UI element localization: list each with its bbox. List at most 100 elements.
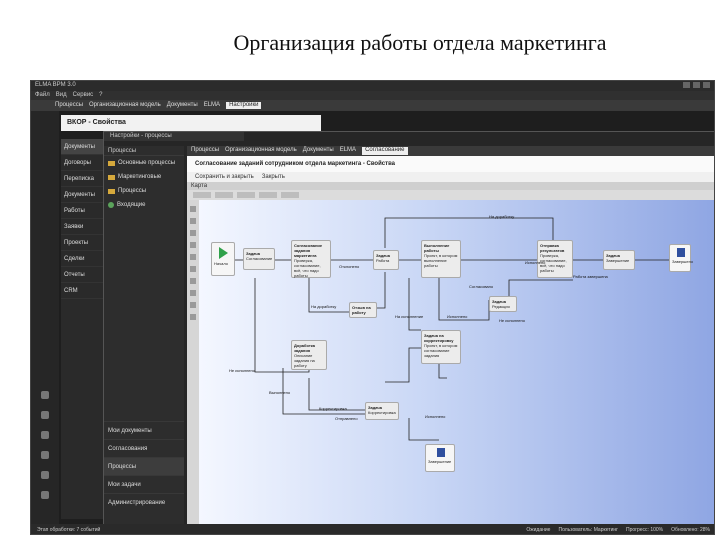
task-node[interactable]: Задача Редакция (489, 296, 517, 312)
outer-nav-item[interactable]: Документы (61, 139, 103, 155)
outer-nav: Документы Договоры Переписка Документы Р… (61, 139, 103, 519)
palette-tool-icon[interactable] (190, 230, 196, 236)
inner-tab[interactable]: Процессы (191, 147, 219, 155)
sidebar-item[interactable]: Маркетинговые (104, 170, 184, 184)
task-sub: Описание задания на работу (294, 353, 315, 368)
sidebar-lower-item[interactable]: Администрирование (104, 493, 184, 511)
palette-tool-icon[interactable] (190, 218, 196, 224)
task-title: Отправка результатов (540, 243, 565, 253)
flow-label: Не исполнено (499, 318, 525, 323)
task-node[interactable]: Отправка результатов Проверка, согласова… (537, 240, 573, 278)
sidebar-item-label: Маркетинговые (118, 174, 162, 180)
flow-label: Корректировка (319, 406, 347, 411)
tab-org-model[interactable]: Организационная модель (89, 102, 161, 109)
outer-nav-item[interactable]: Договоры (61, 155, 103, 171)
task-sub: Согласование (246, 256, 273, 261)
tab-processes[interactable]: Процессы (55, 102, 83, 109)
task-node[interactable]: Отзыв на работу (349, 302, 377, 318)
sidebar-item-label: Основные процессы (118, 160, 176, 166)
sidebar-item[interactable]: Процессы (104, 184, 184, 198)
end-event[interactable]: Завершение (425, 444, 455, 472)
menu-view[interactable]: Вид (56, 92, 67, 99)
status-item: Пользователь: Маркетинг (558, 527, 619, 533)
user-icon[interactable] (41, 431, 49, 439)
outer-nav-item[interactable]: Переписка (61, 171, 103, 187)
flow-label: Отклонено (339, 264, 360, 269)
sidebar-item[interactable]: Основные процессы (104, 156, 184, 170)
task-node[interactable]: Согласование задания маркетинга Проверка… (291, 240, 331, 278)
maximize-icon[interactable] (693, 82, 700, 88)
palette-tool-icon[interactable] (190, 206, 196, 212)
end-event[interactable]: Завершено (669, 244, 693, 272)
save-close-button[interactable]: Сохранить и закрыть (195, 174, 254, 180)
outer-nav-item[interactable]: Работы (61, 203, 103, 219)
chat-icon[interactable] (41, 451, 49, 459)
outer-nav-item[interactable]: Документы (61, 187, 103, 203)
sidebar-item[interactable]: Входящие (104, 198, 184, 212)
palette-tool-icon[interactable] (190, 266, 196, 272)
palette-tool-icon[interactable] (190, 254, 196, 260)
palette-tool-icon[interactable] (190, 278, 196, 284)
task-node[interactable]: Задача Завершение (603, 250, 635, 270)
task-node[interactable]: Задача Корректировка (365, 402, 399, 420)
menu-file[interactable]: Файл (35, 92, 50, 99)
inner-tab-active[interactable]: Согласование (362, 147, 408, 155)
outer-menubar: Файл Вид Сервис ? (31, 91, 714, 100)
menu-service[interactable]: Сервис (73, 92, 94, 99)
task-title: Доработка задания (294, 343, 316, 353)
status-right: Ожидание Пользователь: Маркетинг Прогрес… (526, 527, 710, 533)
tab-settings[interactable]: Настройки (226, 102, 262, 109)
task-title: Задача на корректировку (424, 333, 454, 343)
menu-help[interactable]: ? (99, 92, 102, 99)
task-node[interactable]: Задача Согласование (243, 248, 275, 270)
phone-icon[interactable] (41, 471, 49, 479)
task-node[interactable]: Доработка задания Описание задания на ра… (291, 340, 327, 370)
outer-nav-item[interactable]: CRM (61, 283, 103, 299)
inner-tab[interactable]: ELMA (340, 147, 356, 155)
sidebar-lower: Мои документы Согласования Процессы Мои … (104, 421, 184, 511)
minimize-icon[interactable] (683, 82, 690, 88)
task-node[interactable]: Задача Работа (373, 250, 399, 270)
toolbar-button[interactable] (193, 192, 211, 198)
tab-elma[interactable]: ELMA (204, 102, 220, 109)
end-icon (437, 448, 445, 457)
outer-nav-item[interactable]: Сделки (61, 251, 103, 267)
sidebar-lower-item[interactable]: Мои задачи (104, 475, 184, 493)
toolbar-button[interactable] (237, 192, 255, 198)
outer-nav-item[interactable]: Проекты (61, 235, 103, 251)
status-item: Ожидание (526, 527, 551, 533)
task-sub: Корректировка (368, 410, 396, 415)
task-sub: Работа (376, 258, 390, 263)
inner-window-title: Настройки - процессы (104, 132, 244, 141)
toolbar-button[interactable] (281, 192, 299, 198)
outer-nav-item[interactable]: Заявки (61, 219, 103, 235)
palette-tool-icon[interactable] (190, 290, 196, 296)
sidebar-lower-item[interactable]: Согласования (104, 439, 184, 457)
palette-tool-icon[interactable] (190, 242, 196, 248)
start-event[interactable]: Начало (211, 242, 235, 276)
wrench-icon[interactable] (41, 491, 49, 499)
toolbar-button[interactable] (215, 192, 233, 198)
map-strip: Карта (187, 182, 714, 190)
outer-nav-item[interactable]: Отчеты (61, 267, 103, 283)
palette-tool-icon[interactable] (190, 314, 196, 320)
inner-tab[interactable]: Документы (303, 147, 334, 155)
sidebar-item-label: Процессы (118, 188, 147, 194)
flow-label: Исполнено (525, 260, 546, 265)
close-icon[interactable] (703, 82, 710, 88)
tab-documents[interactable]: Документы (167, 102, 198, 109)
sidebar-lower-item[interactable]: Мои документы (104, 421, 184, 439)
toolbar-button[interactable] (259, 192, 277, 198)
sidebar-lower-item[interactable]: Процессы (104, 457, 184, 475)
process-canvas[interactable]: Начало Задача Согласование Согласование … (199, 200, 714, 534)
home-icon[interactable] (41, 391, 49, 399)
palette-tool-icon[interactable] (190, 302, 196, 308)
folder-icon (108, 174, 115, 180)
task-node[interactable]: Задача на корректировку Проект, в которо… (421, 330, 461, 364)
document-icon[interactable] (41, 411, 49, 419)
sidebar-heading: Процессы (104, 146, 184, 156)
task-node[interactable]: Выполнение работы Проект, в котором выпо… (421, 240, 461, 278)
app-screenshot: ELMA BPM 3.0 Файл Вид Сервис ? Процессы … (30, 80, 715, 535)
close-button[interactable]: Закрыть (262, 174, 285, 180)
inner-tab[interactable]: Организационная модель (225, 147, 297, 155)
